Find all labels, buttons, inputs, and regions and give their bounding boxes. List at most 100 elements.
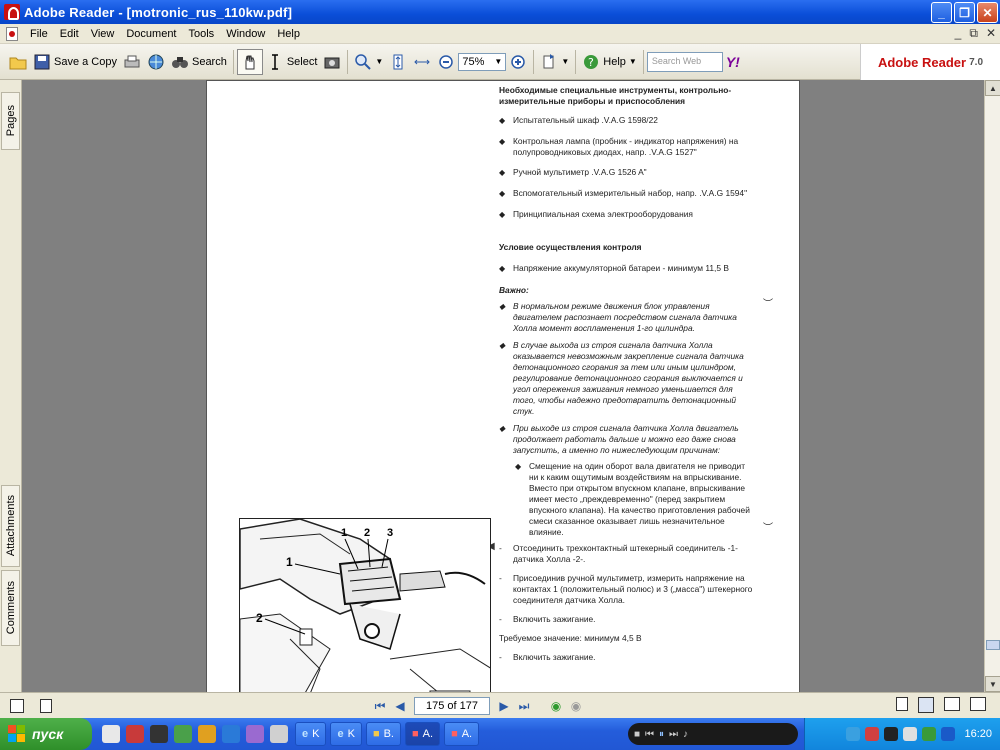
pages-tab[interactable]: Pages [1,92,20,150]
stop-icon[interactable]: ■ [634,729,640,740]
search-web-input[interactable]: Search Web [646,51,723,72]
quicklaunch-icon[interactable] [270,725,288,743]
hand-tool-button[interactable] [236,48,263,75]
chevron-down-icon[interactable]: ▼ [494,57,502,66]
help-button[interactable]: ? Help ▼ [579,49,640,75]
rotate-view-button[interactable]: ▼ [537,49,572,75]
volume-icon[interactable] [903,727,918,741]
ie-icon: e [302,728,309,740]
figure-label-3: 3 [387,527,394,539]
fit-width-icon [413,53,431,71]
main-toolbar: Save a Copy Search Select ▼ 75% ▼ ▼ ? He… [0,44,1000,80]
quicklaunch-icon[interactable] [246,725,264,743]
bullet-icon: ◆ [499,168,506,177]
fit-width-button[interactable] [410,49,434,75]
zoom-in-button[interactable] [506,49,530,75]
pause-icon[interactable]: ⏸ [659,729,664,740]
menu-edit[interactable]: Edit [54,28,85,40]
engine-drawing [240,519,490,692]
attachments-tab[interactable]: Attachments [1,485,20,567]
taskbar-item[interactable]: ■ A. [444,722,480,746]
vertical-scrollbar[interactable]: ▲ ▼ [984,80,1000,692]
fit-page-button[interactable] [386,49,410,75]
previous-view-button[interactable]: ◉ [546,696,566,716]
next-page-button[interactable]: ▶ [494,696,514,716]
taskbar-item[interactable]: ■ A. [405,722,441,746]
zoom-in-tool-button[interactable]: ▼ [351,49,386,75]
document-properties-icon[interactable] [40,698,52,713]
start-button[interactable]: пуск [0,718,92,750]
doc-minimize-button[interactable]: _ [955,26,962,41]
chevron-down-icon[interactable]: ▼ [629,57,637,66]
chevron-down-icon[interactable]: ▼ [375,57,383,66]
page-number-field[interactable]: 175 of 177 [414,697,490,715]
save-copy-label: Save a Copy [54,55,117,68]
close-button[interactable]: ✕ [977,2,998,23]
quicklaunch-icon[interactable] [174,725,192,743]
menu-tools[interactable]: Tools [183,28,221,40]
continuous-facing-layout-icon[interactable] [970,697,986,711]
system-tray: 16:20 [804,718,1000,750]
quicklaunch-icon[interactable] [126,725,144,743]
doc-close-button[interactable]: ✕ [986,26,996,41]
document-view[interactable]: Необходимые специальные инструменты, кон… [22,80,984,692]
quicklaunch-icon[interactable] [150,725,168,743]
quicklaunch-icon[interactable] [198,725,216,743]
save-copy-button[interactable]: Save a Copy [30,49,120,75]
menu-view[interactable]: View [85,28,121,40]
zoom-out-button[interactable] [434,49,458,75]
menu-help[interactable]: Help [271,28,306,40]
antivirus-icon[interactable] [865,727,880,741]
update-icon[interactable] [922,727,937,741]
menu-document[interactable]: Document [120,28,182,40]
taskbar-item[interactable]: ■ B. [365,722,401,746]
yahoo-icon: Y! [725,53,740,70]
taskbar-item[interactable]: eK [295,722,327,746]
zoom-level-field[interactable]: 75% ▼ [458,52,507,71]
volume-icon[interactable]: ♪ [683,729,688,740]
open-button[interactable] [6,49,30,75]
minimize-button[interactable]: _ [931,2,952,23]
page-navigation-bar: ⏮ ◀ 175 of 177 ▶ ⏭ ◉ ◉ [0,692,1000,718]
first-page-button[interactable]: ⏮ [370,696,390,716]
single-page-view-icon[interactable] [10,698,24,713]
bug-icon[interactable] [884,727,899,741]
select-tool-button[interactable]: Select [263,49,321,75]
search-button[interactable]: Search [168,49,230,75]
restore-button[interactable]: ❐ [954,2,975,23]
previous-page-button[interactable]: ◀ [390,696,410,716]
next-track-icon[interactable]: ⏭ [669,729,678,740]
page-layout-controls [896,697,986,713]
single-page-layout-icon[interactable] [896,697,908,711]
taskbar-item[interactable]: eK [330,722,362,746]
bluetooth-icon[interactable] [941,727,956,741]
scroll-thumb[interactable] [986,640,1000,650]
menu-file[interactable]: File [24,28,54,40]
brand-version: 7.0 [969,56,984,68]
continuous-layout-icon[interactable] [918,697,934,713]
comments-tab[interactable]: Comments [1,570,20,646]
last-page-button[interactable]: ⏭ [514,696,534,716]
quicklaunch-icon[interactable] [222,725,240,743]
chevron-down-icon[interactable]: ▼ [561,57,569,66]
svg-text:?: ? [588,56,594,69]
clock: 16:20 [964,728,992,740]
scroll-down-button[interactable]: ▼ [985,676,1000,692]
quicklaunch-icon[interactable] [102,725,120,743]
menu-window[interactable]: Window [220,28,271,40]
figure-callout-2: 2 [256,611,263,625]
snapshot-button[interactable] [320,49,344,75]
menu-bar: File Edit View Document Tools Window Hel… [0,24,1000,44]
attachments-tab-label: Attachments [4,495,17,557]
previous-track-icon[interactable]: ⏮ [645,729,654,740]
facing-layout-icon[interactable] [944,697,960,711]
next-view-button[interactable]: ◉ [566,696,586,716]
yahoo-button[interactable]: Y! [723,49,743,75]
doc-restore-button[interactable]: ⧉ [969,26,978,41]
email-button[interactable] [144,49,168,75]
document-icon[interactable] [6,26,18,41]
list-item: ◆ Ручной мультиметр .V.A.G 1526 A" [499,167,647,177]
print-button[interactable] [120,49,144,75]
network-icon[interactable] [846,727,861,741]
scroll-up-button[interactable]: ▲ [985,80,1000,96]
